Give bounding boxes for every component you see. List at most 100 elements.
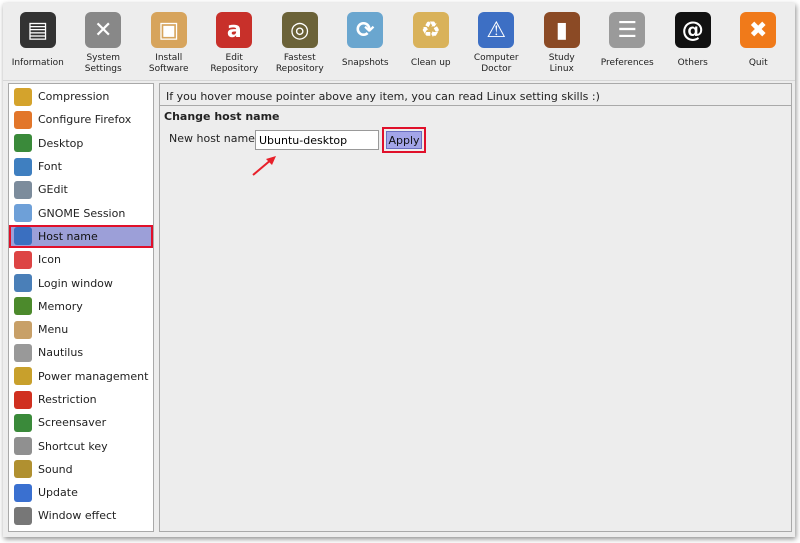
toolbar-button-preferences[interactable]: ☰ Preferences [595, 3, 661, 81]
toolbar-label: Study Linux [548, 52, 575, 74]
sidebar-item-nautilus[interactable]: Nautilus [9, 341, 153, 364]
toolbar-label: Quit [748, 58, 768, 68]
sidebar-item-label: Update [38, 486, 78, 500]
window-effect-icon [14, 506, 32, 525]
sidebar-item-memory[interactable]: Memory [9, 295, 153, 318]
sidebar-item-screensaver[interactable]: Screensaver [9, 411, 153, 434]
information-icon: ▤ [19, 12, 56, 48]
sidebar-item-label: Icon [38, 253, 61, 267]
toolbar-button-computer-doctor[interactable]: ⚠ Computer Doctor [464, 3, 530, 81]
toolbar-label: Fastest Repository [275, 52, 324, 74]
sidebar-item-label: GNOME Session [38, 206, 126, 220]
sidebar-item-label: Power management [38, 369, 149, 383]
restriction-icon [14, 390, 32, 409]
apply-button[interactable]: Apply [386, 131, 422, 149]
sidebar-item-font[interactable]: Font [9, 155, 153, 178]
sidebar-item-shortcut-key[interactable]: Shortcut key [9, 434, 153, 457]
screensaver-icon [14, 413, 32, 432]
sidebar-item-label: GEdit [38, 183, 68, 197]
warning-icon: ⚠ [478, 12, 515, 48]
desktop-icon [14, 134, 32, 153]
toolbar-label: Information [11, 58, 64, 68]
host-name-icon [14, 227, 32, 246]
sidebar-item-sound[interactable]: Sound [9, 458, 153, 481]
tools-icon: ✕ [85, 12, 122, 48]
toolbar-label: Edit Repository [210, 52, 259, 74]
sidebar-item-gedit[interactable]: GEdit [9, 178, 153, 201]
sidebar-item-label: Nautilus [38, 346, 84, 360]
compression-icon [14, 87, 32, 106]
toolbar-button-information[interactable]: ▤ Information [5, 3, 71, 81]
sidebar-item-window-effect[interactable]: Window effect [9, 504, 153, 527]
toolbar-button-quit[interactable]: ✖ Quit [726, 3, 792, 81]
sidebar-item-desktop[interactable]: Desktop [9, 132, 153, 155]
sidebar-item-host-name[interactable]: Host name [9, 224, 153, 249]
sidebar-item-configure-firefox[interactable]: Configure Firefox [9, 108, 153, 131]
toolbar-label: Snapshots [341, 58, 389, 68]
toolbar-button-others[interactable]: @ Others [660, 3, 726, 81]
toolbar-button-clean-up[interactable]: ♻ Clean up [398, 3, 464, 81]
shortcut-key-icon [14, 437, 32, 456]
sidebar-item-label: Configure Firefox [38, 113, 132, 127]
sound-icon [14, 460, 32, 479]
toolbar-button-fastest-repository[interactable]: ◎ Fastest Repository [267, 3, 333, 81]
sidebar-item-label: Memory [38, 299, 83, 313]
toolbar-label: Computer Doctor [473, 52, 519, 74]
sidebar-item-power-management[interactable]: Power management [9, 365, 153, 388]
sidebar-item-compression[interactable]: Compression [9, 85, 153, 108]
toolbar-divider [3, 80, 795, 81]
toolbar-button-system-settings[interactable]: ✕ System Settings [71, 3, 137, 81]
host-name-label: New host name: [169, 132, 259, 145]
sidebar-item-label: Shortcut key [38, 439, 108, 453]
sidebar-item-label: Desktop [38, 136, 84, 150]
menu-icon [14, 320, 32, 339]
toolbar-label: Preferences [600, 58, 654, 68]
host-name-input[interactable] [255, 130, 379, 150]
sidebar-item-label: Host name [38, 229, 98, 243]
refresh-icon: ⟳ [347, 12, 384, 48]
edit-repository-icon: a [216, 12, 253, 48]
sidebar-item-gnome-session[interactable]: GNOME Session [9, 201, 153, 224]
hint-text: If you hover mouse pointer above any ite… [166, 90, 600, 103]
power-management-icon [14, 367, 32, 386]
close-icon: ✖ [740, 12, 777, 48]
book-icon: ▮ [543, 12, 580, 48]
icon-icon [14, 250, 32, 269]
login-window-icon [14, 274, 32, 293]
sidebar-item-label: Login window [38, 276, 113, 290]
window: ▤ Information ✕ System Settings ▣ Install Sof… [3, 3, 795, 537]
sidebar-item-icon[interactable]: Icon [9, 248, 153, 271]
toolbar-label: Others [677, 58, 708, 68]
font-icon [14, 157, 32, 176]
sidebar-item-label: Screensaver [38, 416, 107, 430]
toolbar-button-study-linux[interactable]: ▮ Study Linux [529, 3, 595, 81]
apply-highlight: Apply [382, 127, 426, 153]
sidebar-item-label: Compression [38, 90, 110, 104]
others-icon: @ [674, 12, 711, 48]
memory-icon [14, 297, 32, 316]
sidebar-item-label: Menu [38, 323, 69, 337]
sidebar: Compression Configure Firefox Desktop Font G… [8, 83, 154, 532]
sidebar-item-label: Sound [38, 462, 73, 476]
gnome-session-icon [14, 204, 32, 223]
toolbar-label: System Settings [84, 52, 122, 74]
toolbar-button-snapshots[interactable]: ⟳ Snapshots [333, 3, 399, 81]
radar-icon: ◎ [281, 12, 318, 48]
update-icon [14, 483, 32, 502]
configure-firefox-icon [14, 110, 32, 129]
sidebar-item-label: Font [38, 160, 62, 174]
toolbar-button-edit-repository[interactable]: a Edit Repository [202, 3, 268, 81]
sidebar-item-menu[interactable]: Menu [9, 318, 153, 341]
sliders-icon: ☰ [609, 12, 646, 48]
package-icon: ▣ [150, 12, 187, 48]
toolbar-button-install-software[interactable]: ▣ Install Software [136, 3, 202, 81]
toolbar: ▤ Information ✕ System Settings ▣ Install Sof… [3, 3, 795, 81]
trash-icon: ♻ [412, 12, 449, 48]
nautilus-icon [14, 343, 32, 362]
sidebar-item-update[interactable]: Update [9, 481, 153, 504]
gedit-icon [14, 180, 32, 199]
sidebar-item-restriction[interactable]: Restriction [9, 388, 153, 411]
toolbar-label: Clean up [410, 58, 451, 68]
section-title: Change host name [164, 110, 280, 123]
sidebar-item-login-window[interactable]: Login window [9, 271, 153, 294]
